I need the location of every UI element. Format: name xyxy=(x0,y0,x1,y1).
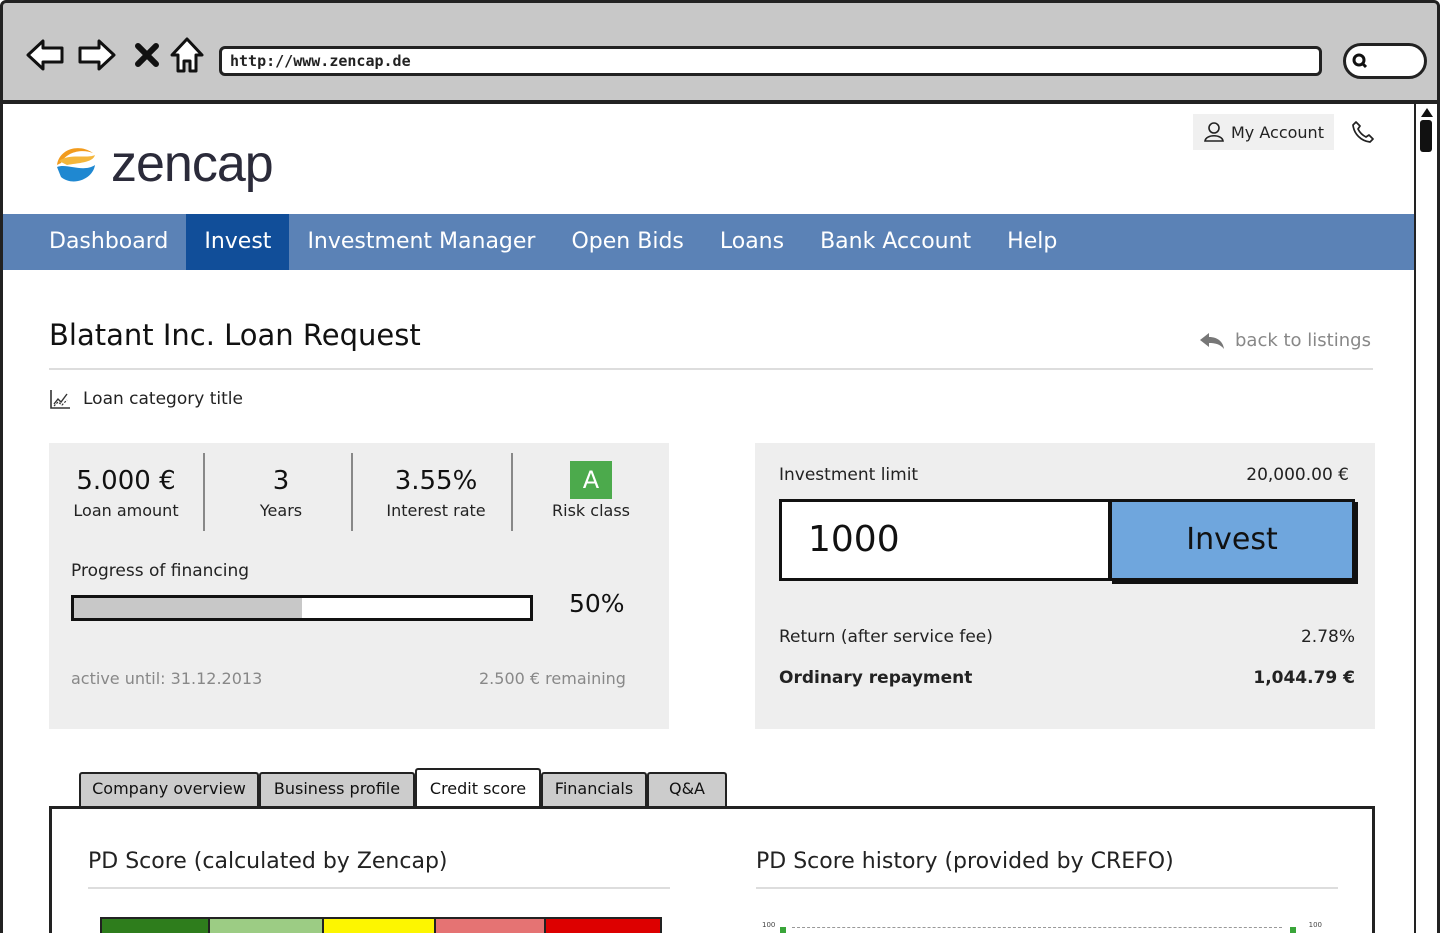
history-y-label-left: 100 xyxy=(762,921,776,929)
invest-button[interactable]: Invest xyxy=(1109,499,1355,581)
pd-scale-segment xyxy=(324,919,436,933)
pd-history-chart: 100 100 xyxy=(762,921,1322,933)
loan-amount-label: Loan amount xyxy=(73,501,179,520)
browser-search-field[interactable] xyxy=(1343,43,1427,79)
pd-scale-segment xyxy=(102,919,210,933)
tab-financials[interactable]: Financials xyxy=(541,772,647,806)
brand-name: zencap xyxy=(111,135,274,193)
zencap-logo-mark-icon xyxy=(57,148,95,182)
term-value: 3 xyxy=(272,466,290,496)
financing-progress-bar xyxy=(71,595,533,621)
interest-rate-value: 3.55% xyxy=(394,466,478,496)
my-account-label: My Account xyxy=(1231,122,1324,142)
investment-limit-label: Investment limit xyxy=(779,465,919,485)
my-account-button[interactable]: My Account xyxy=(1193,114,1334,150)
nav-item-investment-manager[interactable]: Investment Manager xyxy=(289,214,553,270)
history-marker-left xyxy=(780,927,786,933)
tab-business-profile[interactable]: Business profile xyxy=(259,772,415,806)
pd-history-divider xyxy=(756,887,1338,889)
nav-item-bank-account[interactable]: Bank Account xyxy=(802,214,989,270)
credit-score-panel: PD Score (calculated by Zencap) PD Score… xyxy=(49,806,1375,933)
phone-icon[interactable] xyxy=(1351,120,1375,148)
risk-class-badge: A xyxy=(570,461,612,499)
tab-credit-score[interactable]: Credit score xyxy=(415,768,541,808)
risk-class-stat: A Risk class xyxy=(531,461,651,520)
return-label: Return (after service fee) xyxy=(779,627,993,647)
stat-divider xyxy=(203,453,205,531)
nav-item-dashboard[interactable]: Dashboard xyxy=(31,214,186,270)
pd-scale-segment xyxy=(436,919,546,933)
term-label: Years xyxy=(259,501,303,520)
pd-score-divider xyxy=(88,887,670,889)
return-value: 2.78% xyxy=(1300,627,1355,647)
page-scrollbar[interactable] xyxy=(1414,104,1440,933)
nav-item-help[interactable]: Help xyxy=(989,214,1075,270)
tab-company-overview[interactable]: Company overview xyxy=(79,772,259,806)
term-stat: 3 Years xyxy=(221,461,341,520)
nav-item-invest[interactable]: Invest xyxy=(186,214,290,270)
interest-rate-stat: 3.55% Interest rate xyxy=(371,461,501,520)
home-icon[interactable] xyxy=(165,33,209,77)
page-title: Blatant Inc. Loan Request xyxy=(49,318,421,352)
user-icon xyxy=(1204,122,1224,142)
loan-amount-stat: 5.000 € Loan amount xyxy=(61,461,191,520)
pd-scale-segment xyxy=(546,919,660,933)
progress-label: Progress of financing xyxy=(71,561,250,581)
address-bar[interactable]: http://www.zencap.de xyxy=(219,46,1322,76)
stat-divider xyxy=(511,453,513,531)
progress-percent: 50% xyxy=(569,589,625,618)
history-y-label-right: 100 xyxy=(1308,921,1322,929)
remaining-amount: 2.500 € remaining xyxy=(479,669,626,688)
page-viewport: zencap My Account Dashboard Invest Inves… xyxy=(0,104,1414,933)
title-divider xyxy=(49,368,1373,370)
nav-item-loans[interactable]: Loans xyxy=(702,214,802,270)
interest-rate-label: Interest rate xyxy=(386,501,486,520)
nav-item-open-bids[interactable]: Open Bids xyxy=(553,214,701,270)
investment-panel: Investment limit 20,000.00 € 1000 Invest… xyxy=(755,443,1375,729)
risk-class-label: Risk class xyxy=(552,501,630,520)
back-to-listings-link[interactable]: back to listings xyxy=(1199,330,1371,351)
main-nav: Dashboard Invest Investment Manager Open… xyxy=(3,214,1414,270)
repayment-label: Ordinary repayment xyxy=(779,668,973,688)
pd-score-heading: PD Score (calculated by Zencap) xyxy=(88,849,448,874)
investment-limit-value: 20,000.00 € xyxy=(1246,465,1349,485)
investment-amount-input[interactable]: 1000 xyxy=(779,499,1111,581)
loan-amount-value: 5.000 € xyxy=(76,466,176,496)
tab-qa[interactable]: Q&A xyxy=(647,772,727,806)
scroll-up-arrow-icon[interactable] xyxy=(1421,108,1433,117)
pd-score-scale xyxy=(100,917,662,933)
reply-arrow-icon xyxy=(1200,332,1224,349)
scroll-thumb[interactable] xyxy=(1420,120,1432,152)
pd-history-heading: PD Score history (provided by CREFO) xyxy=(756,849,1174,874)
active-until: active until: 31.12.2013 xyxy=(71,669,263,688)
browser-toolbar: http://www.zencap.de xyxy=(0,0,1440,104)
back-to-listings-label: back to listings xyxy=(1235,330,1371,351)
forward-arrow-icon[interactable] xyxy=(75,33,119,77)
financing-progress-fill xyxy=(74,598,302,618)
history-marker-right xyxy=(1290,927,1296,933)
pd-scale-segment xyxy=(210,919,324,933)
loan-category: Loan category title xyxy=(49,388,243,410)
repayment-value: 1,044.79 € xyxy=(1253,668,1355,688)
history-gridline xyxy=(792,927,1282,928)
loan-summary-panel: 5.000 € Loan amount 3 Years 3.55% Intere… xyxy=(49,443,669,729)
loan-category-title: Loan category title xyxy=(83,389,243,409)
stat-divider xyxy=(351,453,353,531)
zencap-logo[interactable]: zencap xyxy=(53,134,274,194)
stop-icon[interactable] xyxy=(125,33,169,77)
chart-icon xyxy=(50,390,70,409)
search-icon xyxy=(1352,53,1368,69)
back-arrow-icon[interactable] xyxy=(23,33,67,77)
